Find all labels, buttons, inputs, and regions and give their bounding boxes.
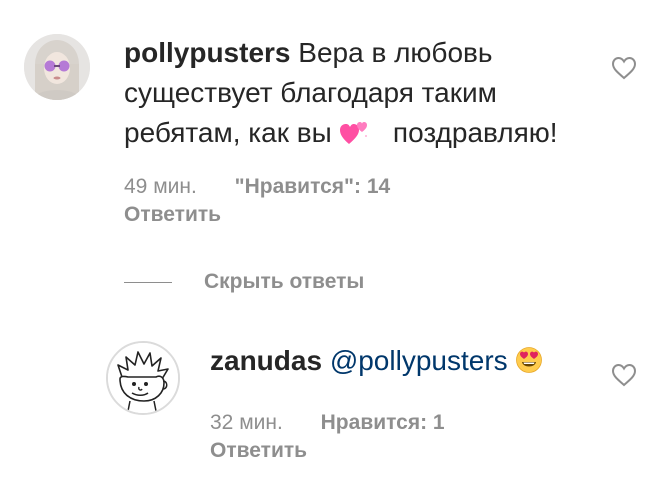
like-heart-icon[interactable]	[611, 363, 637, 387]
profile-photo-icon	[24, 34, 90, 100]
comment-text: pollypusters Вера в любовь существует бл…	[124, 33, 584, 157]
avatar[interactable]	[24, 34, 90, 100]
heart-eyes-emoji-icon	[515, 345, 543, 385]
mention-link[interactable]: @pollypusters	[330, 345, 508, 376]
comment-username[interactable]: zanudas	[210, 345, 322, 376]
reply-label[interactable]: Ответить	[210, 439, 307, 462]
comment-time: 49 мин.	[124, 175, 197, 198]
hide-replies-label[interactable]: Скрыть ответы	[204, 270, 364, 294]
hide-replies-button[interactable]: Скрыть ответы	[124, 270, 364, 294]
reply-label[interactable]: Ответить	[124, 203, 221, 226]
comment-time: 32 мин.	[210, 411, 283, 434]
reply-button[interactable]: Ответить	[210, 439, 307, 463]
comment-meta: 32 мин. Нравится: 1	[210, 411, 445, 435]
cartoon-character-icon	[108, 343, 178, 413]
avatar[interactable]	[106, 341, 180, 415]
comment-meta: 49 мин. "Нравится": 14	[124, 175, 390, 199]
comment-likes-count[interactable]: Нравится: 1	[321, 411, 445, 434]
reply-button[interactable]: Ответить	[124, 203, 221, 227]
comment-text: zanudas @pollypusters	[210, 341, 630, 385]
two-hearts-icon	[339, 117, 370, 157]
comment-username[interactable]: pollypusters	[124, 37, 290, 68]
comment-likes-count[interactable]: "Нравится": 14	[235, 175, 391, 198]
divider-line	[124, 281, 172, 283]
comment-body-end: поздравляю!	[392, 117, 558, 148]
like-heart-icon[interactable]	[611, 56, 637, 80]
